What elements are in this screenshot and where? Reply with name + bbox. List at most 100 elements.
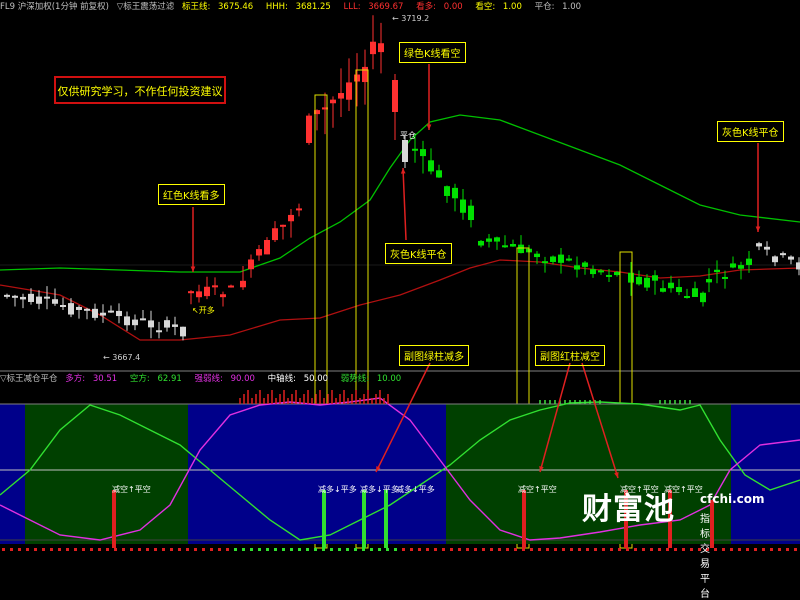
- baseline-marker: [82, 548, 85, 551]
- baseline-marker: [26, 548, 29, 551]
- baseline-marker: [290, 548, 293, 551]
- candle-body: [280, 224, 286, 227]
- baseline-marker: [114, 548, 117, 551]
- candle-body: [738, 265, 744, 269]
- baseline-marker: [514, 548, 517, 551]
- signal-bar: [710, 500, 714, 548]
- baseline-marker: [770, 548, 773, 551]
- baseline-marker: [202, 548, 205, 551]
- candle-body: [652, 275, 658, 281]
- candle-body: [598, 270, 604, 273]
- baseline-marker: [58, 548, 61, 551]
- low-price-label: ← 3667.4: [103, 353, 141, 362]
- baseline-marker: [34, 548, 37, 551]
- baseline-marker: [754, 548, 757, 551]
- baseline-marker: [314, 548, 317, 551]
- annotation-sub-red-reduce: 副图红柱减空: [535, 345, 605, 366]
- candle-body: [44, 296, 50, 299]
- baseline-marker: [610, 548, 613, 551]
- sub-band: [731, 404, 800, 544]
- candle-body: [52, 299, 58, 304]
- arrow-head: [755, 226, 761, 232]
- candle-body: [668, 282, 674, 289]
- candle-body: [722, 276, 728, 279]
- baseline-marker: [242, 548, 245, 551]
- baseline-marker: [178, 548, 181, 551]
- baseline-marker: [346, 548, 349, 551]
- baseline-marker: [186, 548, 189, 551]
- candle-body: [196, 291, 202, 298]
- candle-body: [510, 244, 516, 247]
- baseline-marker: [266, 548, 269, 551]
- baseline-marker: [338, 548, 341, 551]
- baseline-marker: [362, 548, 365, 551]
- baseline-marker: [378, 548, 381, 551]
- trading-chart-window[interactable]: FL9 沪深加权(1分钟 前复权) ▽标王震荡过滤 标王线: 3675.46 H…: [0, 0, 800, 600]
- sub-signal: 减多↓平多: [360, 485, 399, 494]
- candle-body: [296, 208, 302, 211]
- annotation-gray-flat-mid: 灰色K线平仓: [385, 243, 452, 264]
- baseline-marker: [722, 548, 725, 551]
- zhongzhou-value: 50.00: [303, 374, 329, 384]
- candle-body: [428, 160, 434, 172]
- candle-body: [780, 253, 786, 256]
- candle-body: [692, 288, 698, 297]
- candle-body: [378, 43, 384, 53]
- baseline-marker: [794, 548, 797, 551]
- candle-body: [468, 205, 474, 221]
- candle-body: [420, 149, 426, 157]
- kongfang-label: 空方:: [129, 374, 150, 384]
- baseline-marker: [18, 548, 21, 551]
- annotation-gray-flat-right: 灰色K线平仓: [717, 121, 784, 142]
- zhongzhou-label: 中轴线:: [267, 374, 296, 384]
- sub-chart-header: ▽标王减仓平仓 多方: 30.51 空方: 62.91 强弱线: 90.00 中…: [0, 373, 411, 385]
- annotation-arrow: [402, 167, 407, 241]
- candle-body: [494, 237, 500, 242]
- candle-body: [116, 310, 122, 317]
- candle-body: [100, 312, 106, 316]
- candle-body: [460, 199, 466, 213]
- baseline-marker: [162, 548, 165, 551]
- candle-body: [444, 186, 450, 196]
- candle-body: [12, 295, 18, 298]
- candle-body: [788, 256, 794, 260]
- baseline-marker: [506, 548, 509, 551]
- signal-kaiduo-label: 开多: [198, 306, 215, 315]
- baseline-marker: [546, 548, 549, 551]
- baseline-marker: [538, 548, 541, 551]
- candle-body: [228, 285, 234, 288]
- duofang-value: 30.51: [92, 374, 118, 384]
- baseline-marker: [762, 548, 765, 551]
- candle-body: [36, 296, 42, 304]
- candle-body: [362, 66, 368, 83]
- baseline-marker: [234, 548, 237, 551]
- candle-body: [288, 214, 294, 222]
- candle-body: [636, 276, 642, 285]
- annotation-sub-green-reduce: 副图绿柱减多: [399, 345, 469, 366]
- candle-body: [558, 254, 564, 263]
- candle-body: [478, 240, 484, 246]
- baseline-marker: [218, 548, 221, 551]
- baseline-marker: [642, 548, 645, 551]
- candle-body: [628, 272, 634, 283]
- baseline-marker: [554, 548, 557, 551]
- sub-signal: 减多↓平多: [318, 485, 357, 494]
- candle-body: [4, 294, 10, 297]
- baseline-marker: [450, 548, 453, 551]
- baseline-marker: [658, 548, 661, 551]
- candle-body: [582, 262, 588, 267]
- baseline-marker: [570, 548, 573, 551]
- watermark-url: cfchi.com: [700, 492, 765, 506]
- candle-body: [550, 256, 556, 262]
- candle-body: [370, 41, 376, 55]
- candle-body: [714, 269, 720, 273]
- candle-body: [772, 256, 778, 263]
- candle-body: [92, 308, 98, 318]
- sub-indicator-name: ▽标王减仓平仓: [0, 374, 58, 384]
- ruoshi-label: 弱势线:: [340, 374, 370, 384]
- candle-body: [606, 274, 612, 277]
- baseline-marker: [98, 548, 101, 551]
- candle-body: [354, 74, 360, 82]
- signal-bar: [322, 490, 326, 548]
- candle-body: [644, 277, 650, 288]
